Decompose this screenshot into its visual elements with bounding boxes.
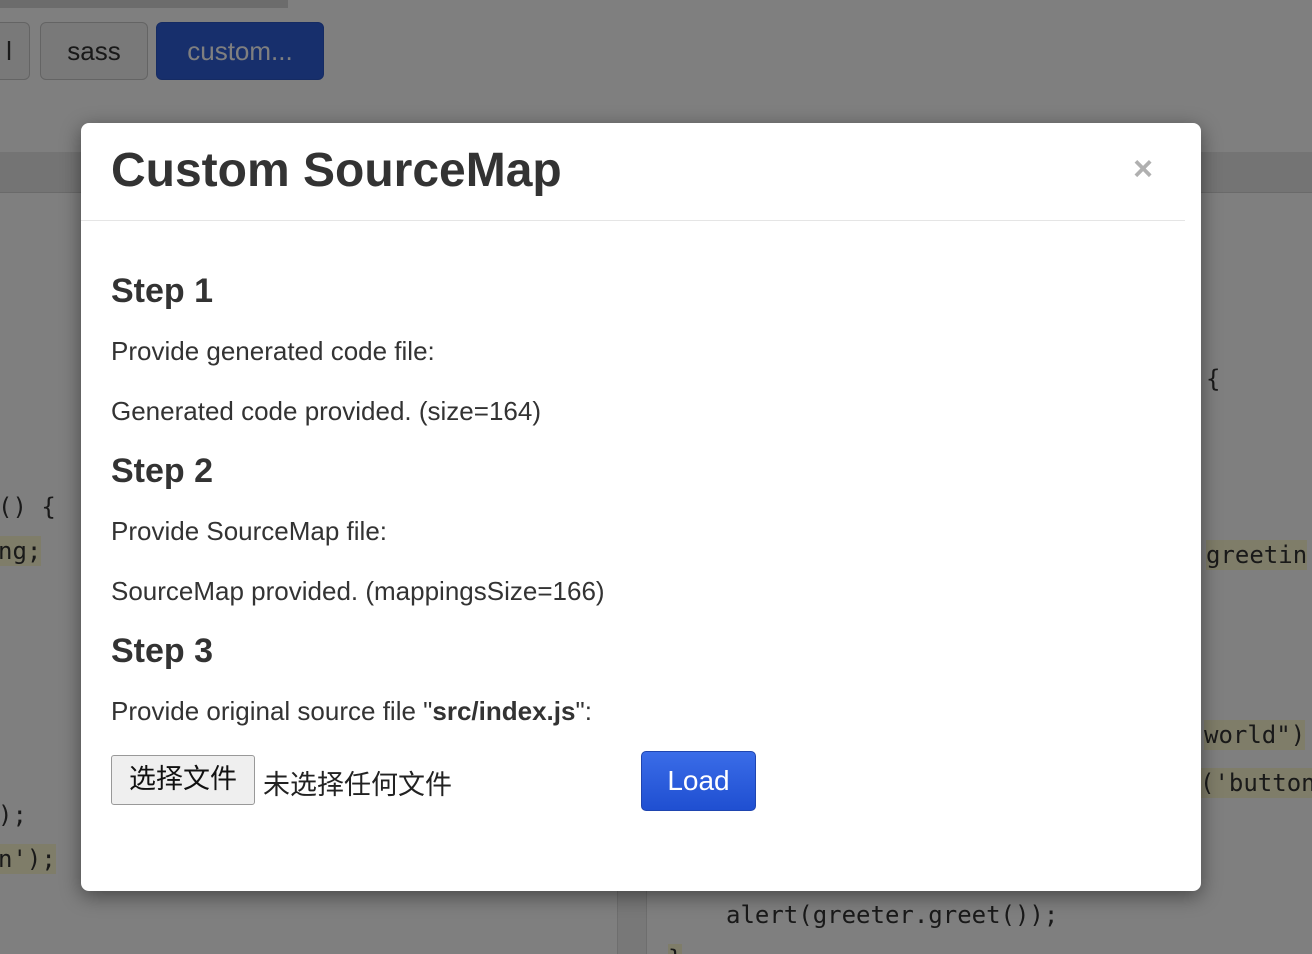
close-icon: × <box>1133 150 1153 188</box>
custom-sourcemap-dialog: Custom SourceMap × Step 1 Provide genera… <box>81 123 1201 891</box>
modal-title: Custom SourceMap <box>111 144 562 197</box>
modal-header: Custom SourceMap × <box>81 123 1185 221</box>
step1-status: Generated code provided. (size=164) <box>111 396 541 426</box>
load-button[interactable]: Load <box>641 751 756 811</box>
choose-file-button[interactable]: 选择文件 <box>111 755 255 805</box>
file-input-row: 选择文件 未选择任何文件 Load <box>111 751 811 811</box>
source-filename: src/index.js <box>432 696 576 726</box>
step3-heading: Step 3 <box>111 632 214 670</box>
file-input-status: 未选择任何文件 <box>263 770 452 801</box>
step2-prompt: Provide SourceMap file: <box>111 516 388 546</box>
step1-prompt: Provide generated code file: <box>111 336 435 366</box>
step2-heading: Step 2 <box>111 452 214 490</box>
step1-heading: Step 1 <box>111 272 214 310</box>
step3-prompt-suffix: ": <box>575 696 592 726</box>
close-button[interactable]: × <box>1129 149 1157 189</box>
step3-prompt: Provide original source file "src/index.… <box>111 696 592 727</box>
step3-prompt-prefix: Provide original source file " <box>111 696 433 726</box>
step2-status: SourceMap provided. (mappingsSize=166) <box>111 576 605 606</box>
